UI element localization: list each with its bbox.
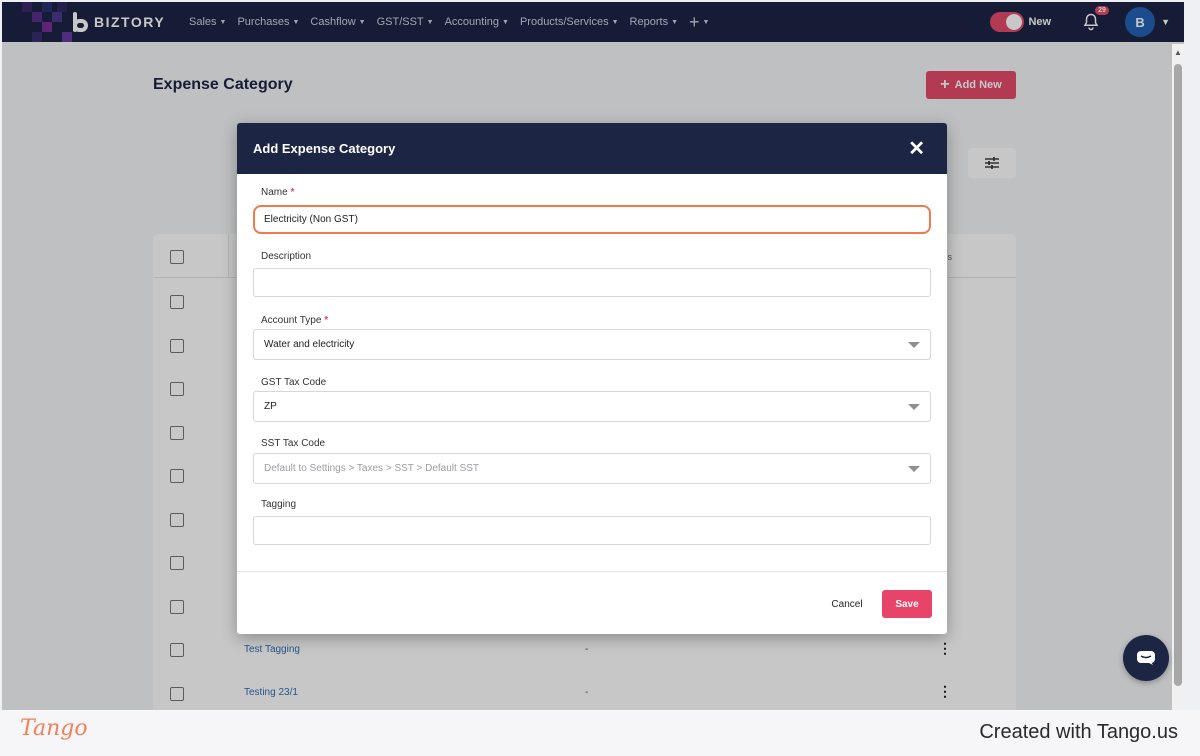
name-label: Name * bbox=[261, 187, 294, 198]
dialog-title: Add Expense Category bbox=[253, 141, 396, 156]
dropdown-arrow-icon bbox=[908, 465, 920, 472]
select-value: ZP bbox=[264, 401, 277, 412]
select-value: Water and electricity bbox=[264, 339, 355, 350]
dropdown-arrow-icon bbox=[908, 403, 920, 410]
tango-logo: Tango bbox=[20, 716, 88, 741]
page-scrollbar[interactable]: ▲ bbox=[1172, 44, 1184, 710]
dropdown-arrow-icon bbox=[908, 341, 920, 348]
tango-footer: Tango Created with Tango.us bbox=[0, 710, 1200, 756]
chat-icon bbox=[1137, 651, 1155, 665]
gst-tax-code-label: GST Tax Code bbox=[261, 377, 327, 388]
gst-tax-code-select[interactable]: ZP bbox=[253, 391, 931, 422]
dialog-footer-divider bbox=[237, 571, 947, 572]
tagging-input[interactable] bbox=[253, 516, 931, 545]
required-mark: * bbox=[290, 187, 295, 198]
label-text: Account Type bbox=[261, 315, 322, 326]
sst-tax-code-select[interactable]: Default to Settings > Taxes > SST > Defa… bbox=[253, 453, 931, 484]
account-type-label: Account Type * bbox=[261, 315, 328, 326]
cancel-button[interactable]: Cancel bbox=[822, 593, 872, 615]
close-icon[interactable]: ✕ bbox=[908, 139, 925, 159]
sst-tax-code-label: SST Tax Code bbox=[261, 438, 326, 449]
description-input[interactable] bbox=[253, 268, 931, 297]
account-type-select[interactable]: Water and electricity bbox=[253, 329, 931, 360]
description-label: Description bbox=[261, 251, 312, 262]
scroll-up-icon[interactable]: ▲ bbox=[1174, 48, 1182, 57]
chat-widget-button[interactable] bbox=[1123, 635, 1169, 681]
dialog-header: Add Expense Category ✕ bbox=[237, 123, 947, 174]
app-window: BIZTORY Sales ▼ Purchases ▼ Cashflow ▼ GST/… bbox=[2, 2, 1184, 710]
label-text: Name bbox=[261, 187, 288, 198]
tagging-label: Tagging bbox=[261, 499, 297, 510]
add-expense-category-dialog: Add Expense Category ✕ Name * Descriptio… bbox=[237, 123, 947, 634]
tango-credit: Created with Tango.us bbox=[979, 721, 1178, 743]
scrollbar-thumb[interactable] bbox=[1174, 64, 1182, 686]
select-placeholder: Default to Settings > Taxes > SST > Defa… bbox=[264, 463, 480, 474]
name-input[interactable] bbox=[253, 205, 931, 234]
required-mark: * bbox=[324, 315, 329, 326]
save-button[interactable]: Save bbox=[882, 590, 932, 618]
